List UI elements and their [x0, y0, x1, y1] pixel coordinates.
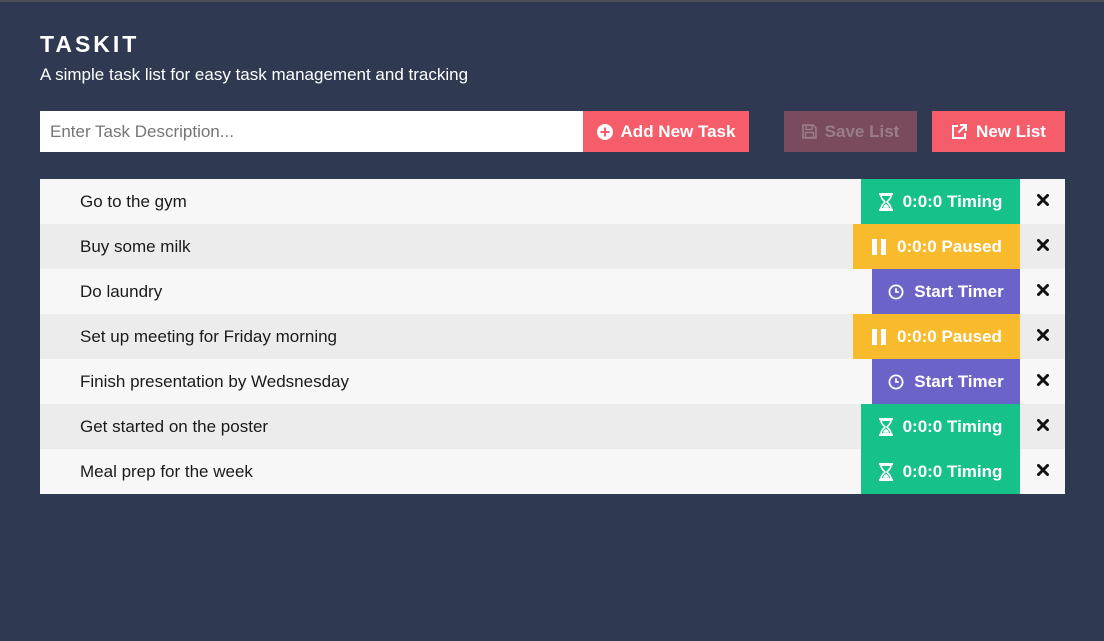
timer-label: Start Timer	[914, 281, 1004, 301]
timer-label: 0:0:0 Timing	[902, 191, 1003, 211]
delete-task-button[interactable]	[1020, 179, 1065, 224]
hourglass-icon	[878, 417, 893, 436]
pause-icon	[871, 238, 887, 255]
add-new-task-button[interactable]: Add New Task	[583, 111, 749, 152]
delete-task-button[interactable]	[1020, 359, 1065, 404]
task-description-input[interactable]	[40, 111, 583, 152]
delete-task-button[interactable]	[1020, 224, 1065, 269]
app-title: TASKIT	[40, 31, 140, 57]
close-icon	[1036, 463, 1049, 481]
timer-button-start[interactable]: Start Timer	[872, 269, 1020, 314]
clock-icon	[888, 374, 904, 390]
pause-icon	[871, 328, 887, 345]
save-list-label: Save List	[824, 121, 900, 141]
task-row: Finish presentation by Wedsnesday Start T…	[40, 359, 1065, 404]
plus-circle-icon	[596, 123, 613, 140]
close-icon	[1036, 418, 1049, 436]
external-link-icon	[951, 123, 968, 140]
timer-label: 0:0:0 Timing	[902, 416, 1003, 436]
task-list: Go to the gym 0:0:0 Timing Buy some milk 0:…	[40, 179, 1065, 494]
clock-icon	[888, 284, 904, 300]
delete-task-button[interactable]	[1020, 314, 1065, 359]
close-icon	[1036, 328, 1049, 346]
delete-task-button[interactable]	[1020, 449, 1065, 494]
hourglass-icon	[878, 192, 893, 211]
task-text: Buy some milk	[80, 237, 191, 256]
timer-label: Start Timer	[914, 371, 1004, 391]
delete-task-button[interactable]	[1020, 269, 1065, 314]
timer-label: 0:0:0 Timing	[902, 461, 1003, 481]
timer-button-timing[interactable]: 0:0:0 Timing	[861, 179, 1020, 224]
timer-button-timing[interactable]: 0:0:0 Timing	[861, 449, 1020, 494]
floppy-disk-icon	[801, 124, 817, 139]
timer-button-start[interactable]: Start Timer	[872, 359, 1020, 404]
timer-button-paused[interactable]: 0:0:0 Paused	[853, 224, 1020, 269]
task-text: Meal prep for the week	[80, 462, 253, 481]
task-text: Get started on the poster	[80, 417, 269, 436]
task-text: Finish presentation by Wedsnesday	[80, 372, 350, 391]
timer-label: 0:0:0 Paused	[897, 326, 1002, 346]
task-text: Go to the gym	[80, 192, 187, 211]
task-text: Do laundry	[80, 282, 163, 301]
timer-button-paused[interactable]: 0:0:0 Paused	[853, 314, 1020, 359]
task-text: Set up meeting for Friday morning	[80, 327, 338, 346]
task-row: Get started on the poster 0:0:0 Timing	[40, 404, 1065, 449]
task-row: Do laundry Start Timer	[40, 269, 1065, 314]
timer-label: 0:0:0 Paused	[897, 236, 1002, 256]
delete-task-button[interactable]	[1020, 404, 1065, 449]
task-row: Go to the gym 0:0:0 Timing	[40, 179, 1065, 224]
close-icon	[1036, 283, 1049, 301]
app-subtitle: A simple task list for easy task managem…	[40, 65, 469, 84]
add-new-task-label: Add New Task	[620, 121, 736, 141]
save-list-button[interactable]: Save List	[784, 111, 917, 152]
close-icon	[1036, 373, 1049, 391]
timer-button-timing[interactable]: 0:0:0 Timing	[861, 404, 1020, 449]
new-list-button[interactable]: New List	[932, 111, 1065, 152]
close-icon	[1036, 238, 1049, 256]
hourglass-icon	[878, 462, 893, 481]
close-icon	[1036, 193, 1049, 211]
task-row: Meal prep for the week 0:0:0 Timing	[40, 449, 1065, 494]
task-row: Buy some milk 0:0:0 Paused	[40, 224, 1065, 269]
task-row: Set up meeting for Friday morning 0:0:0 P…	[40, 314, 1065, 359]
new-list-label: New List	[976, 121, 1046, 141]
window-top-border	[0, 0, 1104, 2]
